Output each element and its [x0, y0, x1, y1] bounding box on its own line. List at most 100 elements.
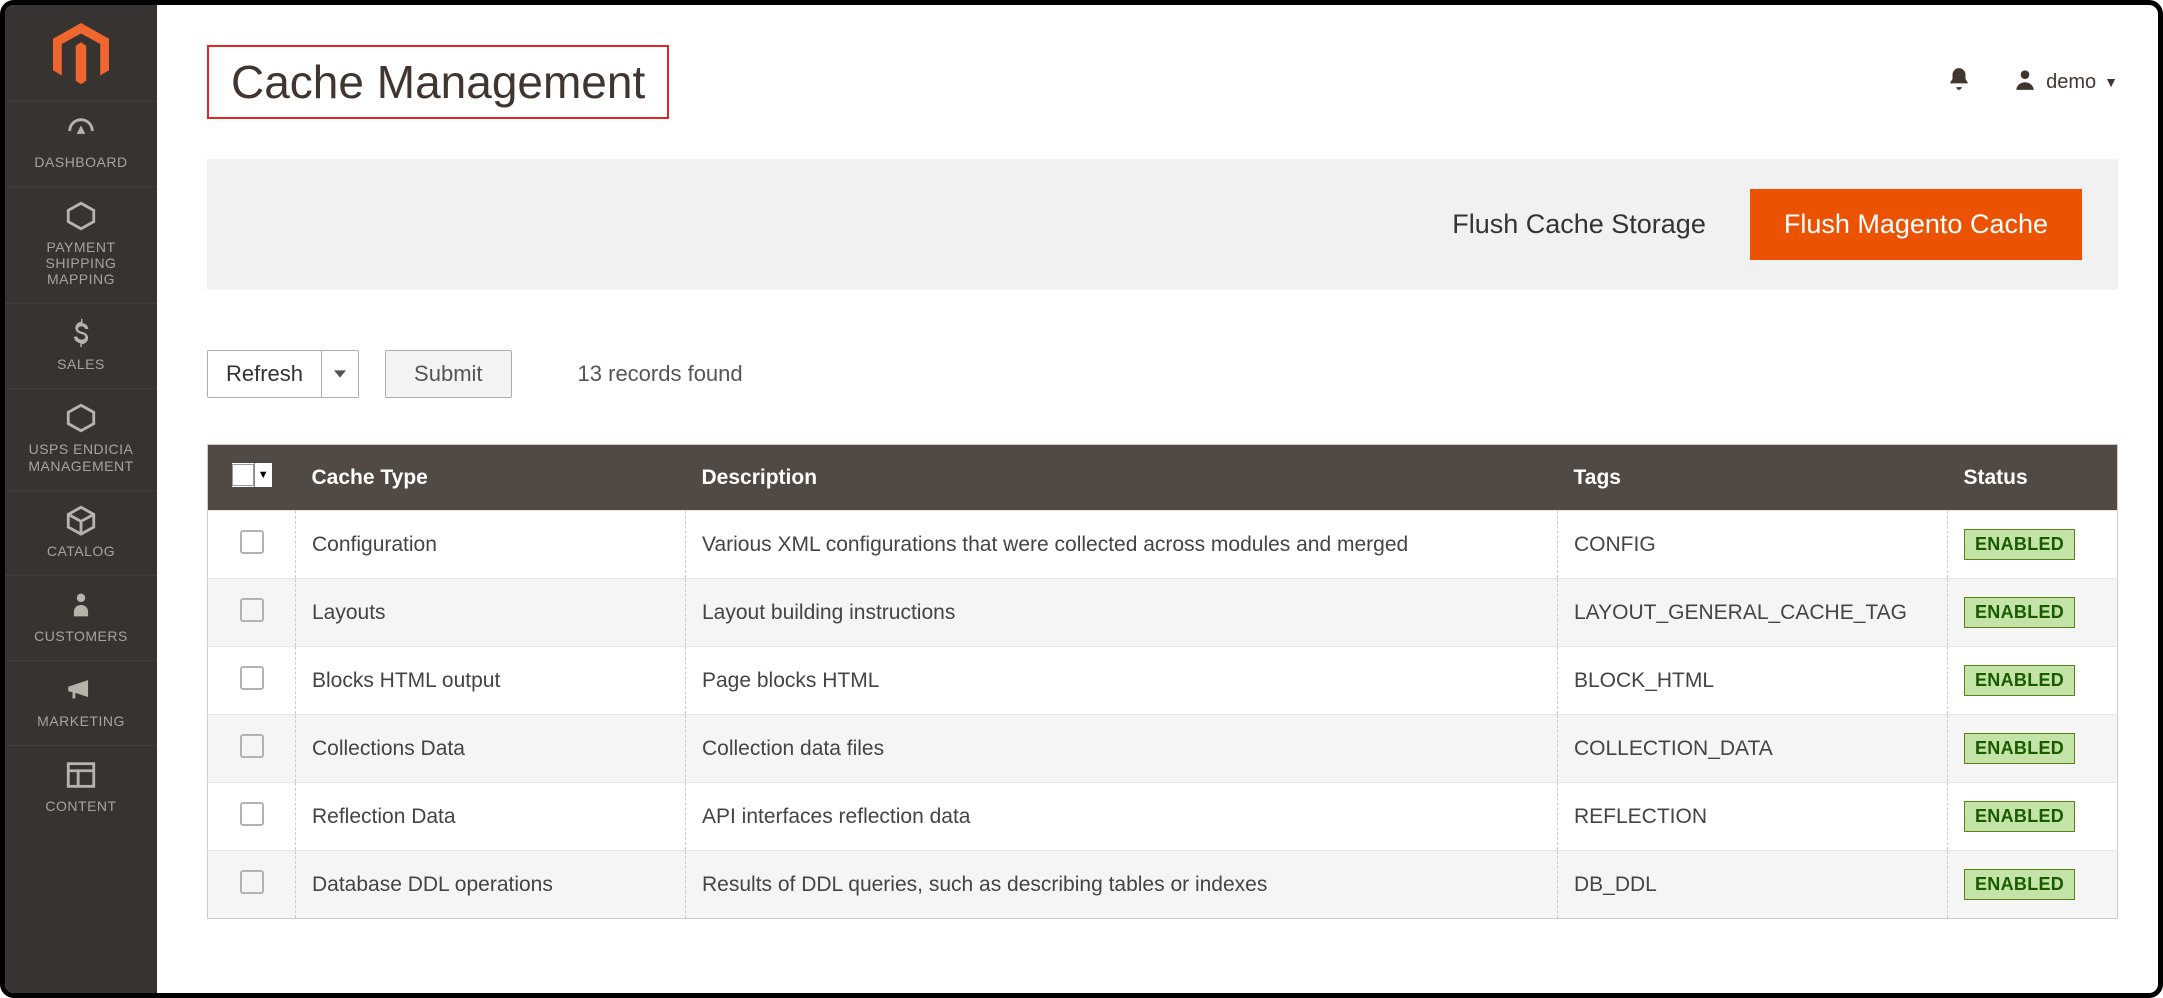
cell-status: ENABLED [1948, 579, 2118, 647]
status-badge: ENABLED [1964, 597, 2075, 628]
user-icon [2012, 66, 2038, 98]
hexagon-icon [64, 401, 98, 435]
row-checkbox[interactable] [240, 802, 264, 826]
status-badge: ENABLED [1964, 529, 2075, 560]
col-header-status[interactable]: Status [1948, 445, 2118, 511]
page-title: Cache Management [221, 55, 655, 109]
submit-button[interactable]: Submit [385, 350, 511, 398]
cell-cache-type: Database DDL operations [296, 851, 686, 919]
user-name: demo [2046, 71, 2096, 94]
layout-icon [64, 758, 98, 792]
table-row: Reflection DataAPI interfaces reflection… [208, 783, 2118, 851]
cell-status: ENABLED [1948, 783, 2118, 851]
col-header-cache-type[interactable]: Cache Type [296, 445, 686, 511]
cell-description: Layout building instructions [686, 579, 1558, 647]
page-header: Cache Management demo ▼ [207, 25, 2118, 159]
cell-tags: COLLECTION_DATA [1558, 715, 1948, 783]
cell-tags: BLOCK_HTML [1558, 647, 1948, 715]
chevron-down-icon: ▼ [2104, 74, 2118, 90]
action-bar: Flush Cache Storage Flush Magento Cache [207, 159, 2118, 290]
cell-description: Results of DDL queries, such as describi… [686, 851, 1558, 919]
col-header-description[interactable]: Description [686, 445, 1558, 511]
records-found: 13 records found [578, 361, 743, 387]
grid-toolbar: Refresh Submit 13 records found [207, 350, 2118, 398]
sidebar-item-content[interactable]: CONTENT [5, 745, 157, 830]
admin-sidebar: DASHBOARD PAYMENT SHIPPING MAPPING SALES… [5, 5, 157, 993]
cell-tags: REFLECTION [1558, 783, 1948, 851]
hexagon-icon [64, 199, 98, 233]
cell-description: Various XML configurations that were col… [686, 511, 1558, 579]
chevron-down-icon[interactable]: ▼ [254, 463, 272, 487]
chevron-down-icon[interactable] [321, 351, 358, 397]
sidebar-item-catalog[interactable]: CATALOG [5, 490, 157, 575]
nav-label: MARKETING [11, 713, 151, 729]
row-checkbox[interactable] [240, 734, 264, 758]
sidebar-item-customers[interactable]: CUSTOMERS [5, 575, 157, 660]
flush-cache-storage-button[interactable]: Flush Cache Storage [1452, 209, 1706, 240]
nav-label: CATALOG [11, 543, 151, 559]
row-checkbox[interactable] [240, 870, 264, 894]
nav-label: USPS ENDICIA MANAGEMENT [11, 441, 151, 473]
row-select-cell [208, 647, 296, 715]
cell-cache-type: Collections Data [296, 715, 686, 783]
nav-label: DASHBOARD [11, 154, 151, 170]
row-select-cell [208, 715, 296, 783]
row-select-cell [208, 511, 296, 579]
nav-label: CONTENT [11, 798, 151, 814]
nav-label: SALES [11, 356, 151, 372]
row-checkbox[interactable] [240, 530, 264, 554]
cell-description: Collection data files [686, 715, 1558, 783]
cell-tags: CONFIG [1558, 511, 1948, 579]
notifications-icon[interactable] [1946, 66, 1972, 98]
row-select-cell [208, 579, 296, 647]
dollar-icon [64, 316, 98, 350]
sidebar-item-dashboard[interactable]: DASHBOARD [5, 101, 157, 186]
row-select-cell [208, 851, 296, 919]
flush-magento-cache-button[interactable]: Flush Magento Cache [1750, 189, 2082, 260]
main-content: Cache Management demo ▼ Flush Cache Stor… [157, 5, 2158, 993]
cell-description: Page blocks HTML [686, 647, 1558, 715]
magento-logo-icon [53, 23, 109, 79]
status-badge: ENABLED [1964, 869, 2075, 900]
cell-tags: DB_DDL [1558, 851, 1948, 919]
select-all-control[interactable]: ▼ [232, 463, 272, 487]
sidebar-item-payment-shipping-mapping[interactable]: PAYMENT SHIPPING MAPPING [5, 186, 157, 303]
nav-label: CUSTOMERS [11, 628, 151, 644]
mass-action-dropdown[interactable]: Refresh [207, 350, 359, 398]
table-row: Collections DataCollection data filesCOL… [208, 715, 2118, 783]
nav-label: PAYMENT SHIPPING MAPPING [11, 239, 151, 287]
row-select-cell [208, 783, 296, 851]
row-checkbox[interactable] [240, 598, 264, 622]
cell-status: ENABLED [1948, 647, 2118, 715]
user-menu[interactable]: demo ▼ [2012, 66, 2118, 98]
status-badge: ENABLED [1964, 801, 2075, 832]
title-highlight-box: Cache Management [207, 45, 669, 119]
cell-status: ENABLED [1948, 851, 2118, 919]
cell-cache-type: Configuration [296, 511, 686, 579]
cell-cache-type: Reflection Data [296, 783, 686, 851]
sidebar-item-marketing[interactable]: MARKETING [5, 660, 157, 745]
sidebar-item-usps-endicia[interactable]: USPS ENDICIA MANAGEMENT [5, 388, 157, 489]
sidebar-item-sales[interactable]: SALES [5, 303, 157, 388]
dashboard-icon [64, 114, 98, 148]
select-all-checkbox[interactable] [232, 464, 254, 486]
dropdown-selected: Refresh [208, 351, 321, 397]
cell-tags: LAYOUT_GENERAL_CACHE_TAG [1558, 579, 1948, 647]
col-header-tags[interactable]: Tags [1558, 445, 1948, 511]
col-header-select: ▼ [208, 445, 296, 511]
cache-grid: ▼ Cache Type Description Tags Status Con… [207, 444, 2118, 919]
megaphone-icon [64, 673, 98, 707]
cell-status: ENABLED [1948, 715, 2118, 783]
table-row: Blocks HTML outputPage blocks HTMLBLOCK_… [208, 647, 2118, 715]
row-checkbox[interactable] [240, 666, 264, 690]
status-badge: ENABLED [1964, 665, 2075, 696]
box-icon [64, 503, 98, 537]
cell-cache-type: Blocks HTML output [296, 647, 686, 715]
person-icon [64, 588, 98, 622]
cell-status: ENABLED [1948, 511, 2118, 579]
header-tools: demo ▼ [1946, 66, 2118, 98]
cell-cache-type: Layouts [296, 579, 686, 647]
status-badge: ENABLED [1964, 733, 2075, 764]
table-row: LayoutsLayout building instructionsLAYOU… [208, 579, 2118, 647]
cell-description: API interfaces reflection data [686, 783, 1558, 851]
